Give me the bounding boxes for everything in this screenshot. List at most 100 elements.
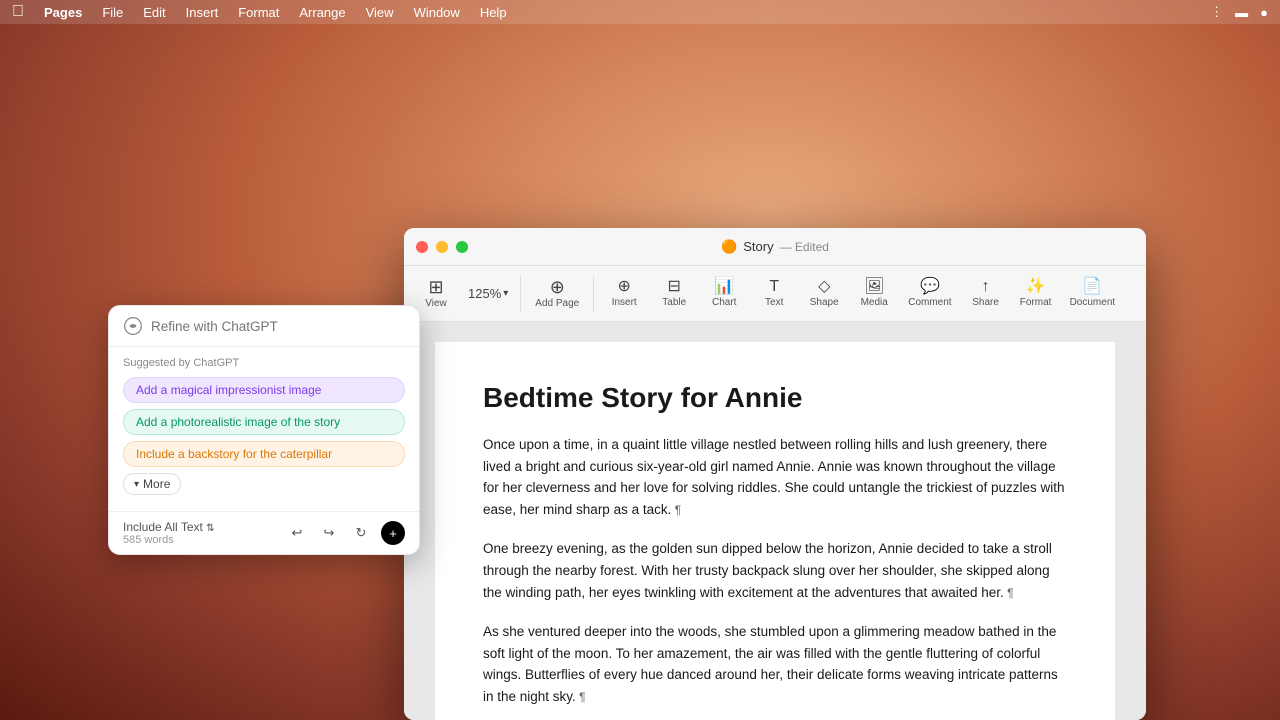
maximize-button[interactable] (456, 241, 468, 253)
chart-icon: 📊 (714, 279, 734, 295)
toolbar-divider-2 (593, 276, 594, 312)
menubar-pages[interactable]: Pages (36, 3, 90, 22)
toolbar-document-btn[interactable]: 📄 Document (1062, 275, 1124, 312)
paragraph-3: As she ventured deeper into the woods, s… (483, 621, 1067, 707)
paragraph-2-text: One breezy evening, as the golden sun di… (483, 541, 1052, 599)
toolbar-chart-btn[interactable]: 📊 Chart (700, 275, 748, 312)
suggestion-2-text: Add a photorealistic image of the story (136, 415, 340, 429)
chevron-down-icon: ▾ (134, 479, 139, 490)
zoom-value: 125% (468, 286, 501, 301)
comment-label: Comment (908, 297, 951, 308)
chatgpt-input[interactable] (151, 319, 405, 334)
wifi-icon: ⋮ (1210, 4, 1223, 20)
chatgpt-panel: Suggested by ChatGPT Add a magical impre… (108, 305, 420, 555)
media-label: Media (861, 297, 888, 308)
text-label: Text (765, 297, 783, 308)
table-icon: ⊟ (668, 279, 681, 295)
menubar-format[interactable]: Format (230, 3, 287, 22)
pages-window: 🟠 Story — Edited ⊞ View 125% ▾ ⊕ Add Pag… (404, 228, 1146, 720)
undo-button[interactable]: ↩ (285, 521, 309, 545)
table-label: Table (662, 297, 686, 308)
document-page: Bedtime Story for Annie Once upon a time… (435, 342, 1115, 720)
menubar-view[interactable]: View (358, 3, 402, 22)
format-icon: ✨ (1026, 279, 1046, 295)
include-all-text-label: Include All Text ⇅ (123, 520, 215, 534)
document-title: Story (743, 239, 773, 254)
suggestion-1[interactable]: Add a magical impressionist image (123, 377, 405, 403)
toolbar-shape-btn[interactable]: ◇ Shape (800, 275, 848, 312)
add-button[interactable]: + (381, 521, 405, 545)
window-title: 🟠 Story — Edited (721, 239, 829, 255)
document-icon: 🟠 (721, 239, 737, 255)
document-btn-icon: 📄 (1082, 279, 1102, 295)
zoom-chevron-icon: ▾ (503, 288, 508, 299)
toolbar-text-btn[interactable]: T Text (750, 275, 798, 312)
close-button[interactable] (416, 241, 428, 253)
view-label: View (425, 298, 447, 309)
menubar-window[interactable]: Window (406, 3, 468, 22)
menubar-help[interactable]: Help (472, 3, 515, 22)
document-edited-label: — Edited (780, 240, 829, 254)
toolbar-addpage-btn[interactable]: ⊕ Add Page (527, 274, 587, 313)
menubar-insert[interactable]: Insert (178, 3, 227, 22)
search-icon[interactable]: ● (1260, 5, 1268, 20)
suggestion-2[interactable]: Add a photorealistic image of the story (123, 409, 405, 435)
apple-menu-icon[interactable]:  (12, 3, 24, 21)
suggestion-3-text: Include a backstory for the caterpillar (136, 447, 332, 461)
media-icon: 🖼 (864, 279, 884, 295)
menubar-edit[interactable]: Edit (135, 3, 173, 22)
toolbar-view-btn[interactable]: ⊞ View (412, 274, 460, 313)
paragraph-3-text: As she ventured deeper into the woods, s… (483, 624, 1058, 704)
toolbar-media-btn[interactable]: 🖼 Media (850, 275, 898, 312)
minimize-button[interactable] (436, 241, 448, 253)
insert-label: Insert (612, 297, 637, 308)
toolbar-divider-1 (520, 276, 521, 312)
chatgpt-logo-icon (123, 316, 143, 336)
toolbar: ⊞ View 125% ▾ ⊕ Add Page ⊕ Insert ⊟ Tabl… (404, 266, 1146, 322)
suggestion-3[interactable]: Include a backstory for the caterpillar (123, 441, 405, 467)
document-content[interactable]: Bedtime Story for Annie Once upon a time… (404, 322, 1146, 720)
paragraph-1-text: Once upon a time, in a quaint little vil… (483, 437, 1065, 517)
include-text-container: Include All Text ⇅ 585 words (123, 520, 215, 546)
redo-button[interactable]: ↪ (317, 521, 341, 545)
format-label: Format (1020, 297, 1052, 308)
window-controls (416, 241, 468, 253)
menubar-right: ⋮ ▬ ● (1210, 4, 1268, 20)
battery-icon: ▬ (1235, 5, 1248, 20)
toolbar-table-btn[interactable]: ⊟ Table (650, 275, 698, 312)
suggestion-1-text: Add a magical impressionist image (136, 383, 321, 397)
window-titlebar: 🟠 Story — Edited (404, 228, 1146, 266)
refresh-button[interactable]: ↻ (349, 521, 373, 545)
chatgpt-suggestions: Suggested by ChatGPT Add a magical impre… (109, 347, 419, 511)
chart-label: Chart (712, 297, 736, 308)
shape-icon: ◇ (818, 279, 830, 295)
toolbar-format-btn[interactable]: ✨ Format (1012, 275, 1060, 312)
panel-footer: Include All Text ⇅ 585 words ↩ ↪ ↻ + (109, 511, 419, 554)
view-icon: ⊞ (428, 278, 443, 296)
chevron-up-down-icon: ⇅ (206, 523, 214, 534)
document-btn-label: Document (1070, 297, 1116, 308)
shape-label: Shape (810, 297, 839, 308)
text-icon: T (769, 279, 779, 295)
word-count-label: 585 words (123, 534, 215, 546)
toolbar-comment-btn[interactable]: 💬 Comment (900, 275, 959, 312)
more-label: More (143, 477, 170, 491)
toolbar-zoom-btn[interactable]: 125% ▾ (462, 282, 514, 305)
comment-icon: 💬 (920, 279, 940, 295)
more-button[interactable]: ▾ More (123, 473, 181, 495)
menubar-arrange[interactable]: Arrange (291, 3, 353, 22)
menubar-file[interactable]: File (94, 3, 131, 22)
paragraph-1: Once upon a time, in a quaint little vil… (483, 434, 1067, 520)
suggestions-label: Suggested by ChatGPT (123, 357, 405, 369)
addpage-label: Add Page (535, 298, 579, 309)
chatgpt-search-bar (109, 306, 419, 347)
menubar:  Pages File Edit Insert Format Arrange … (0, 0, 1280, 24)
footer-actions: ↩ ↪ ↻ + (285, 521, 405, 545)
pilcrow-3: ¶ (576, 690, 586, 704)
toolbar-share-btn[interactable]: ↑ Share (962, 275, 1010, 312)
toolbar-insert-btn[interactable]: ⊕ Insert (600, 275, 648, 312)
pilcrow-1: ¶ (671, 503, 681, 517)
addpage-icon: ⊕ (550, 278, 565, 296)
pilcrow-2: ¶ (1004, 586, 1014, 600)
share-label: Share (972, 297, 999, 308)
